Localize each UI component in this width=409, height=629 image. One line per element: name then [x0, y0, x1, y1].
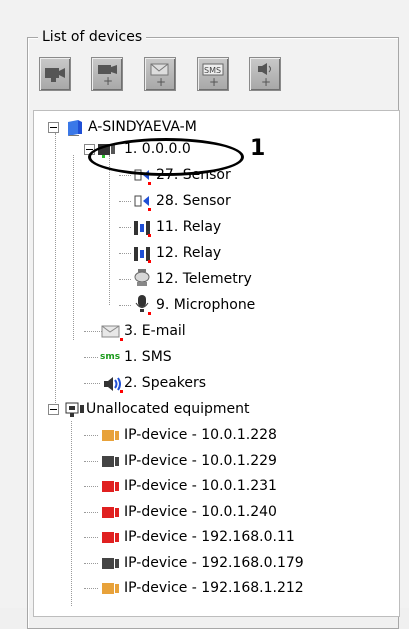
tree-node-telemetry[interactable]: 12. Telemetry — [44, 268, 344, 290]
telemetry-icon — [134, 269, 150, 286]
ip-camera-icon — [102, 455, 119, 467]
tree-node-sms[interactable]: sms 1. SMS — [44, 346, 344, 368]
tree-label: IP-device - 10.0.1.229 — [124, 452, 277, 469]
camera-button[interactable] — [39, 57, 71, 91]
sms-icon: sms — [100, 352, 121, 362]
collapse-toggle-icon[interactable] — [48, 122, 59, 133]
panel-title: List of devices — [38, 28, 147, 46]
tree-branch — [84, 435, 98, 436]
speaker-icon — [104, 377, 121, 391]
plus-sign: + — [103, 74, 113, 86]
ip-camera-icon — [102, 430, 119, 441]
tree-label: Unallocated equipment — [86, 401, 250, 417]
tree-node-server[interactable]: A-SINDYAEVA-M — [44, 116, 384, 138]
status-marker — [148, 208, 151, 211]
ip-camera-icon — [102, 481, 119, 492]
add-camera-icon: + — [98, 65, 117, 86]
camera-icon — [45, 68, 65, 82]
tree-label: 28. Sensor — [156, 193, 231, 209]
plus-sign: + — [209, 75, 219, 86]
devices-panel: List of devices + + SMS + + A-SINDYAEVA-… — [0, 0, 409, 629]
collapse-toggle-icon[interactable] — [48, 404, 59, 415]
tree-node-ip-device[interactable]: IP-device - 10.0.1.228 — [44, 424, 374, 446]
tree-node-ip-device[interactable]: IP-device - 192.168.1.212 — [44, 577, 374, 599]
ip-camera-icon — [102, 532, 119, 543]
status-marker — [148, 182, 151, 185]
add-speaker-button[interactable]: + — [249, 57, 281, 91]
server-label: A-SINDYAEVA-M — [88, 119, 197, 135]
plus-sign: + — [261, 75, 271, 86]
tree-node-ip-device[interactable]: IP-device - 192.168.0.179 — [44, 552, 374, 574]
status-marker — [120, 338, 123, 341]
tree-label: 12. Telemetry — [156, 271, 252, 287]
tree-branch — [119, 253, 131, 254]
tree-label: 2. Speakers — [124, 375, 207, 391]
tree-label: IP-device - 10.0.1.228 — [124, 427, 277, 443]
email-icon — [101, 325, 120, 338]
tree-label: 11. Relay — [156, 219, 222, 235]
tree-node-unallocated[interactable]: Unallocated equipment — [44, 398, 374, 420]
add-speaker-icon: + — [258, 63, 271, 86]
ip-camera-icon — [102, 583, 119, 594]
tree-label: 1. SMS — [124, 349, 172, 365]
tree-branch — [84, 460, 98, 462]
tree-label: IP-device - 192.168.0.11 — [124, 529, 295, 545]
tree-branch — [84, 588, 98, 589]
unallocated-icon — [65, 402, 84, 417]
sms-label: SMS — [204, 66, 221, 75]
add-camera-button[interactable]: + — [91, 57, 123, 91]
tree-label: IP-device - 192.168.0.179 — [124, 554, 304, 571]
status-marker — [148, 260, 151, 263]
tree-branch — [84, 486, 98, 487]
tree-branch — [84, 383, 100, 384]
tree-node-email[interactable]: 3. E-mail — [44, 320, 344, 342]
tree-node-ip-device[interactable]: IP-device - 10.0.1.229 — [44, 450, 374, 472]
tree-label: IP-device - 192.168.1.212 — [124, 580, 304, 596]
tree-branch — [119, 279, 131, 280]
annotation-ellipse — [88, 138, 244, 176]
server-icon — [68, 120, 82, 136]
tree-branch — [119, 305, 131, 306]
tree-branch — [119, 175, 131, 176]
tree-branch — [84, 511, 98, 513]
tree-branch — [84, 537, 98, 538]
plus-sign: + — [156, 75, 166, 86]
ip-camera-icon — [102, 557, 119, 569]
tree-label: 12. Relay — [156, 245, 222, 261]
microphone-icon — [135, 295, 149, 312]
tree-node-relay[interactable]: 12. Relay — [44, 242, 344, 264]
tree-node-relay[interactable]: 11. Relay — [44, 216, 344, 238]
tree-label: 9. Microphone — [156, 297, 256, 313]
tree-branch — [84, 357, 98, 358]
tree-label: 3. E-mail — [124, 323, 186, 339]
add-sms-icon: SMS + — [202, 63, 224, 86]
ip-camera-icon — [102, 506, 119, 518]
tree-node-ip-device[interactable]: IP-device - 10.0.1.240 — [44, 501, 374, 523]
annotation-number: 1 — [250, 136, 266, 161]
status-marker — [120, 390, 123, 393]
tree-label: IP-device - 10.0.1.240 — [124, 503, 277, 520]
tree-node-ip-device[interactable]: IP-device - 192.168.0.11 — [44, 526, 374, 548]
add-email-icon: + — [150, 63, 169, 86]
add-sms-button[interactable]: SMS + — [197, 57, 229, 91]
tree-branch — [84, 562, 98, 564]
status-marker — [148, 234, 151, 237]
tree-node-speakers[interactable]: 2. Speakers — [44, 372, 344, 394]
tree-branch — [119, 201, 131, 202]
add-email-button[interactable]: + — [144, 57, 176, 91]
tree-label: IP-device - 10.0.1.231 — [124, 478, 277, 494]
tree-node-microphone[interactable]: 9. Microphone — [44, 294, 344, 316]
status-marker — [148, 312, 151, 315]
tree-node-sensor[interactable]: 28. Sensor — [44, 190, 344, 212]
tree-branch — [119, 227, 131, 228]
tree-node-ip-device[interactable]: IP-device - 10.0.1.231 — [44, 475, 374, 497]
